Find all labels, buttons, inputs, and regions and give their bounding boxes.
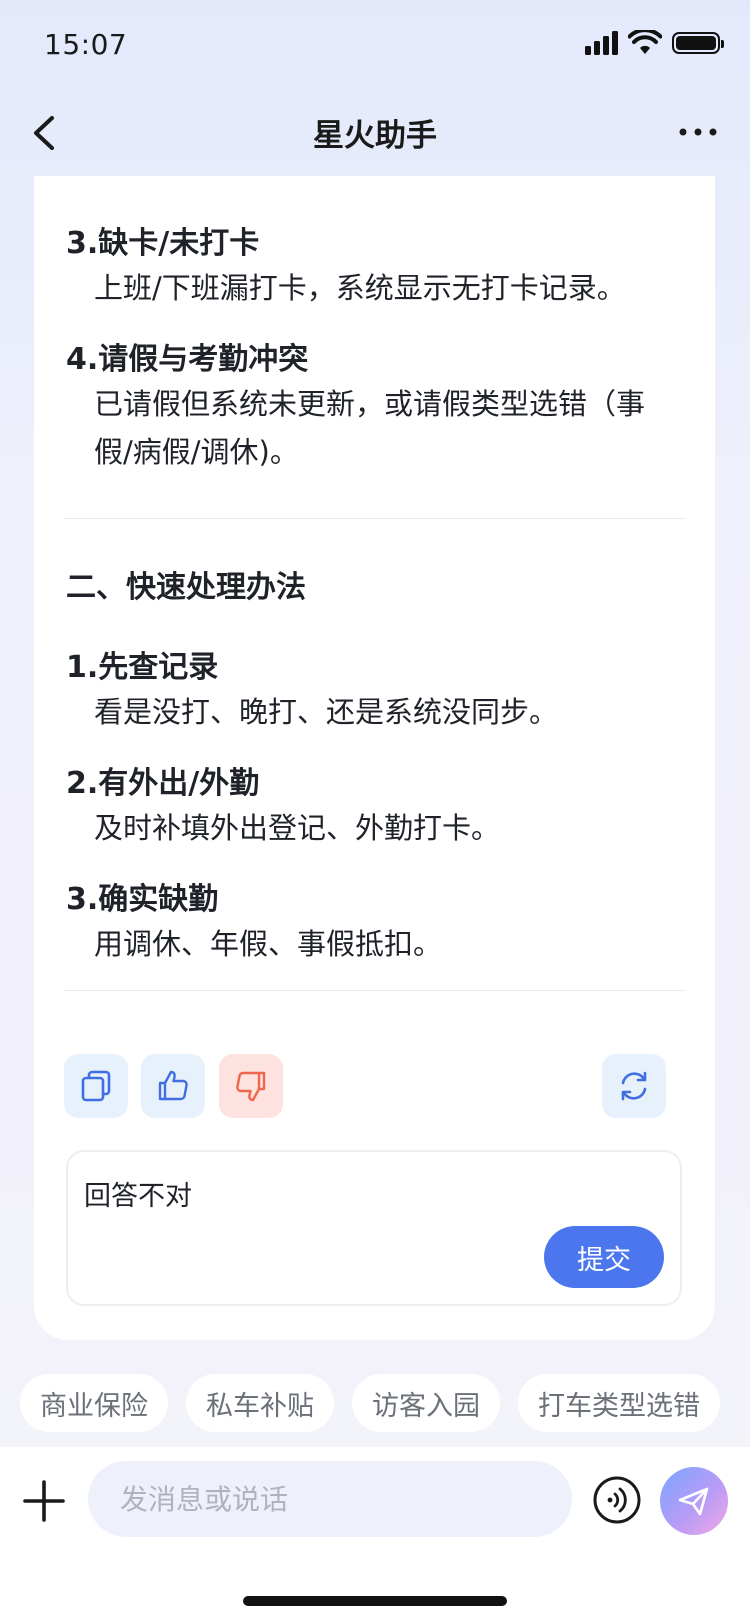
item-title: 4.请假与考勤冲突 xyxy=(66,342,309,377)
input-bar xyxy=(0,1447,750,1620)
message-input[interactable] xyxy=(88,1461,572,1537)
answer-card: 3.缺卡/未打卡 上班/下班漏打卡，系统显示无打卡记录。 4.请假与考勤冲突 已… xyxy=(34,176,715,1340)
home-indicator xyxy=(243,1596,507,1606)
suggestion-chip[interactable]: 商业保险 xyxy=(20,1374,168,1432)
refresh-icon xyxy=(621,1071,647,1101)
send-icon xyxy=(678,1487,709,1516)
battery-icon xyxy=(672,32,724,54)
section-title: 二、快速处理办法 xyxy=(66,570,306,605)
page-title: 星火助手 xyxy=(313,118,437,154)
item-title: 3.确实缺勤 xyxy=(66,882,219,917)
copy-icon xyxy=(81,1070,111,1102)
divider xyxy=(64,518,685,519)
like-button[interactable] xyxy=(141,1054,205,1118)
item-desc: 看是没打、晚打、还是系统没同步。 xyxy=(94,695,559,729)
cellular-signal-icon xyxy=(585,31,618,55)
feedback-textarea[interactable]: 回答不对 提交 xyxy=(66,1150,682,1306)
status-bar: 15:07 xyxy=(0,0,750,92)
voice-icon[interactable] xyxy=(592,1475,642,1525)
suggestion-chip[interactable]: 私车补贴 xyxy=(186,1374,334,1432)
item-desc: 用调休、年假、事假抵扣。 xyxy=(94,927,443,961)
feedback-text: 回答不对 xyxy=(84,1181,192,1212)
item-title: 2.有外出/外勤 xyxy=(66,766,260,801)
divider xyxy=(64,990,685,991)
submit-button[interactable]: 提交 xyxy=(544,1226,664,1288)
regenerate-button[interactable] xyxy=(602,1054,666,1118)
thumbs-down-icon xyxy=(236,1071,266,1102)
item-desc: 上班/下班漏打卡，系统显示无打卡记录。 xyxy=(94,271,626,305)
wifi-icon xyxy=(628,30,662,54)
copy-button[interactable] xyxy=(64,1054,128,1118)
item-title: 3.缺卡/未打卡 xyxy=(66,226,260,261)
nav-bar: 星火助手 xyxy=(0,92,750,176)
dislike-button[interactable] xyxy=(219,1054,283,1118)
suggestion-chip[interactable]: 访客入园 xyxy=(352,1374,500,1432)
send-button[interactable] xyxy=(660,1467,728,1535)
status-time: 15:07 xyxy=(44,28,128,61)
thumbs-up-icon xyxy=(158,1070,188,1101)
item-desc: 及时补填外出登记、外勤打卡。 xyxy=(94,811,501,845)
suggestion-chips: 商业保险 私车补贴 访客入园 打车类型选错 xyxy=(20,1374,720,1432)
status-icons xyxy=(585,30,724,56)
more-options-icon[interactable] xyxy=(678,122,718,142)
suggestion-chip[interactable]: 打车类型选错 xyxy=(518,1374,720,1432)
item-desc: 已请假但系统未更新，或请假类型选错（事假/病假/调休)。 xyxy=(94,387,646,469)
item-title: 1.先查记录 xyxy=(66,650,219,685)
plus-icon[interactable] xyxy=(22,1479,66,1523)
